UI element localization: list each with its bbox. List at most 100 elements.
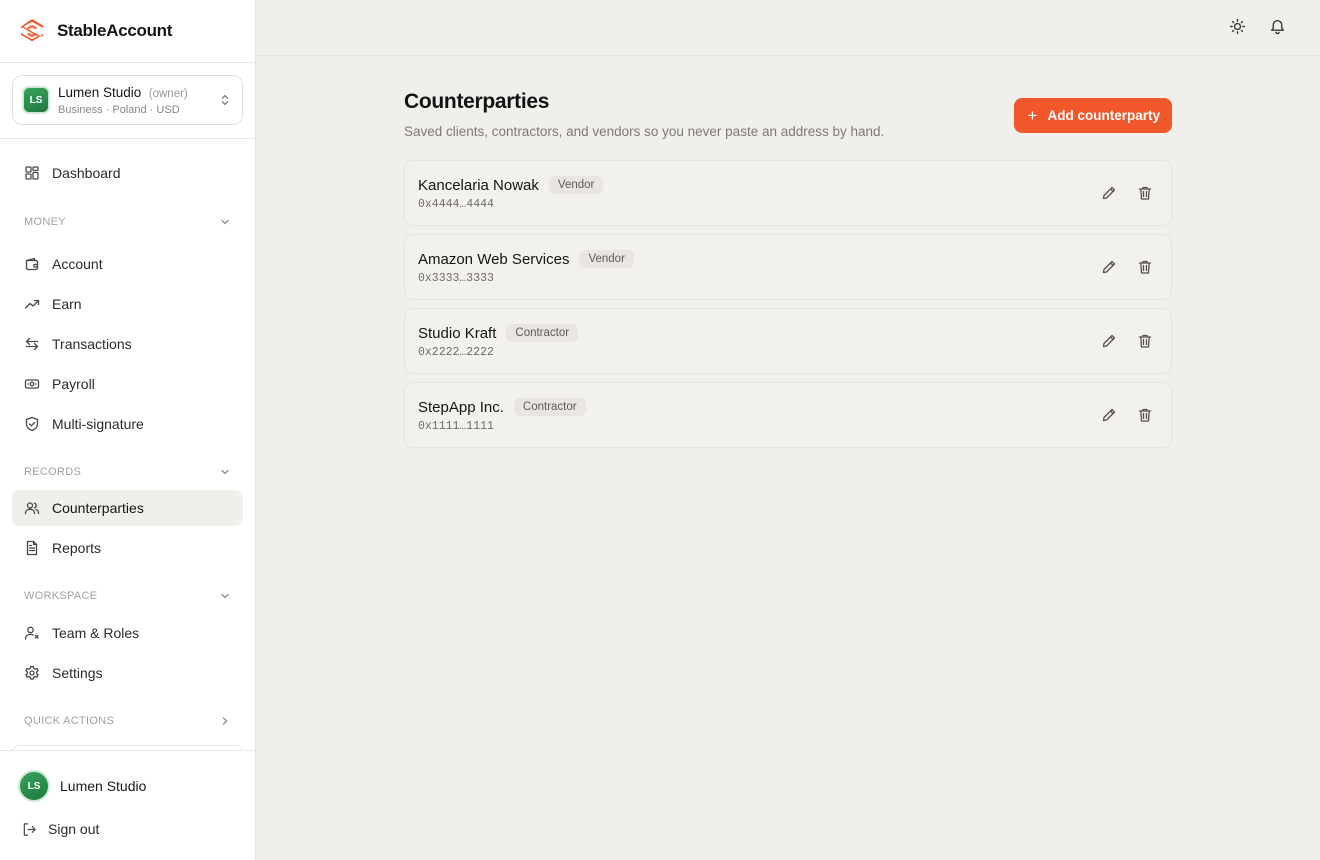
user-avatar: LS [18, 770, 50, 802]
trash-icon [1138, 408, 1152, 422]
counterparty-name: Amazon Web Services [418, 250, 570, 268]
counterparty-address: 0x3333…3333 [418, 272, 494, 285]
sidebar-item-payroll[interactable]: Payroll [12, 366, 243, 402]
wallet-icon [25, 257, 39, 271]
sidebar-item-label: Counterparties [52, 500, 144, 516]
org-section: LS Lumen Studio (owner) Business · Polan… [0, 63, 255, 139]
counterparty-type-badge: Vendor [548, 176, 604, 194]
counterparty-type-badge: Contractor [513, 398, 586, 416]
edit-button[interactable] [1101, 333, 1119, 351]
trash-icon [1138, 186, 1152, 200]
counterparty-address: 0x1111…1111 [418, 420, 494, 433]
user-profile[interactable]: LS Lumen Studio [0, 751, 255, 802]
section-heading: WORKSPACE [24, 590, 98, 602]
notifications-button[interactable] [1269, 18, 1289, 38]
sidebar-item-label: Settings [52, 665, 103, 681]
add-counterparty-label: Add counterparty [1047, 108, 1160, 123]
delete-button[interactable] [1137, 407, 1155, 425]
sidebar-item-label: Earn [52, 296, 82, 312]
plus-icon: + [1027, 106, 1038, 125]
section-toggle-records[interactable]: RECORDS [12, 458, 243, 486]
sidebar-footer: LS Lumen Studio Sign out [0, 745, 255, 860]
org-text: Lumen Studio (owner) Business · Poland ·… [58, 83, 218, 117]
counterparty-row[interactable]: Kancelaria Nowak Vendor 0x4444…4444 [404, 160, 1172, 226]
section-heading: QUICK ACTIONS [24, 715, 115, 727]
banknote-icon [24, 379, 40, 389]
org-avatar: LS [22, 86, 50, 114]
sidebar-item-label: Team & Roles [52, 625, 140, 641]
sidebar-item-label: Payroll [52, 376, 95, 392]
counterparty-row[interactable]: Studio Kraft Contractor 0x2222…2222 [404, 308, 1172, 374]
bell-icon [1270, 19, 1285, 35]
sidebar-item-label: Reports [52, 540, 102, 556]
sidebar-item-counterparties[interactable]: Counterparties [12, 490, 243, 526]
trash-icon [1138, 260, 1152, 274]
dashboard-icon [25, 166, 39, 180]
org-role: (owner) [148, 87, 188, 100]
trending-up-icon [24, 299, 40, 309]
sidebar-item-label: Multi-signature [52, 416, 144, 432]
counterparty-row[interactable]: Amazon Web Services Vendor 0x3333…3333 [404, 234, 1172, 300]
sidebar-nav: Dashboard MONEY Account Earn Transaction… [0, 139, 255, 735]
shield-check-icon [25, 416, 39, 432]
brand[interactable]: StableAccount [0, 0, 255, 63]
chevron-down-icon [221, 593, 229, 599]
counterparty-row[interactable]: StepApp Inc. Contractor 0x1111…1111 [404, 382, 1172, 448]
sidebar: StableAccount LS Lumen Studio (owner) Bu… [0, 0, 256, 860]
section-toggle-workspace[interactable]: WORKSPACE [12, 582, 243, 610]
delete-button[interactable] [1137, 259, 1155, 277]
counterparty-type-badge: Contractor [506, 324, 579, 342]
org-switcher[interactable]: LS Lumen Studio (owner) Business · Polan… [12, 75, 243, 125]
sidebar-item-team-roles[interactable]: Team & Roles [12, 615, 243, 651]
pencil-icon [1102, 260, 1116, 274]
trash-icon [1138, 334, 1152, 348]
collapsed-card-edge [12, 745, 243, 751]
chevron-down-icon [221, 219, 229, 225]
sidebar-item-settings[interactable]: Settings [12, 655, 243, 691]
sidebar-item-dashboard[interactable]: Dashboard [12, 155, 243, 191]
sun-icon [1229, 18, 1246, 35]
counterparty-name: Studio Kraft [418, 324, 497, 342]
pencil-icon [1102, 334, 1116, 348]
chevron-right-icon [222, 717, 228, 725]
chevron-down-icon [221, 469, 229, 475]
user-name: Lumen Studio [60, 778, 147, 794]
delete-button[interactable] [1137, 333, 1155, 351]
sidebar-item-earn[interactable]: Earn [12, 286, 243, 322]
counterparty-list: Kancelaria Nowak Vendor 0x4444…4444 Amaz… [404, 160, 1172, 448]
sidebar-item-label: Dashboard [52, 165, 121, 181]
file-text-icon [26, 540, 38, 556]
counterparty-address: 0x2222…2222 [418, 346, 494, 359]
delete-button[interactable] [1137, 185, 1155, 203]
users-icon [24, 502, 40, 515]
main-content: Counterparties Saved clients, contractor… [404, 90, 1172, 456]
section-toggle-money[interactable]: MONEY [12, 208, 243, 236]
sidebar-item-reports[interactable]: Reports [12, 530, 243, 566]
counterparty-name: StepApp Inc. [418, 398, 504, 416]
sidebar-item-transactions[interactable]: Transactions [12, 326, 243, 362]
counterparty-name: Kancelaria Nowak [418, 176, 539, 194]
arrows-left-right-icon [25, 337, 39, 351]
sign-out-button[interactable]: Sign out [0, 802, 255, 837]
pencil-icon [1102, 408, 1116, 422]
topbar [256, 0, 1320, 56]
sidebar-item-multi-signature[interactable]: Multi-signature [12, 406, 243, 442]
gear-icon [25, 665, 39, 680]
user-cog-icon [24, 626, 39, 640]
edit-button[interactable] [1101, 259, 1119, 277]
counterparty-address: 0x4444…4444 [418, 198, 494, 211]
add-counterparty-button[interactable]: + Add counterparty [1013, 98, 1172, 133]
sidebar-item-label: Transactions [52, 336, 132, 352]
sign-out-label: Sign out [48, 821, 100, 837]
edit-button[interactable] [1101, 185, 1119, 203]
log-out-icon [23, 822, 36, 836]
sidebar-item-account[interactable]: Account [12, 246, 243, 282]
counterparty-type-badge: Vendor [579, 250, 634, 268]
section-toggle-quick-actions[interactable]: QUICK ACTIONS [12, 707, 243, 735]
theme-toggle-button[interactable] [1229, 18, 1249, 38]
chevron-up-down-icon [221, 95, 229, 105]
section-heading: MONEY [24, 216, 66, 228]
org-name: Lumen Studio [58, 84, 142, 100]
pencil-icon [1102, 186, 1116, 200]
edit-button[interactable] [1101, 407, 1119, 425]
